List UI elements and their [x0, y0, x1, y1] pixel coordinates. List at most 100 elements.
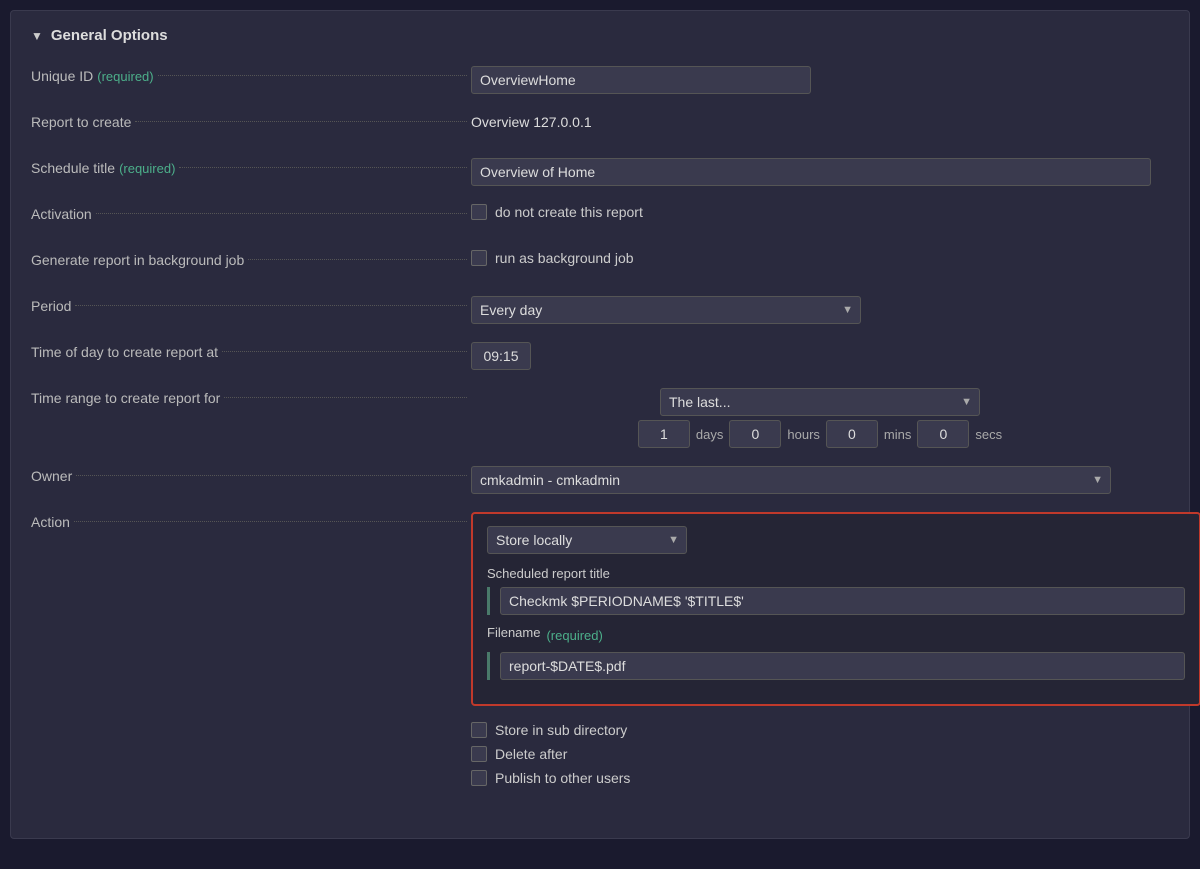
schedule-title-row: Schedule title (required) [31, 154, 1169, 186]
time-of-day-dots [222, 351, 467, 352]
generate-report-checkbox-label: run as background job [495, 250, 634, 266]
owner-select[interactable]: cmkadmin - cmkadmin [471, 466, 1111, 494]
report-to-create-label-col: Report to create [31, 108, 471, 130]
schedule-title-dots [179, 167, 467, 168]
generate-report-checkbox-row: run as background job [471, 250, 634, 266]
unique-id-value-col [471, 62, 1169, 94]
delete-after-row: Delete after [471, 746, 630, 762]
filename-input-wrapper [487, 652, 1185, 680]
general-options-panel: ▼ General Options Unique ID (required) R… [10, 10, 1190, 839]
filename-input[interactable] [500, 652, 1185, 680]
period-label-col: Period [31, 292, 471, 314]
filename-label: Filename [487, 625, 540, 640]
generate-report-label-col: Generate report in background job [31, 246, 471, 268]
time-of-day-row: Time of day to create report at [31, 338, 1169, 370]
time-range-label: Time range to create report for [31, 390, 220, 406]
unique-id-row: Unique ID (required) [31, 62, 1169, 94]
filename-label-row: Filename (required) [487, 625, 1185, 646]
time-range-select[interactable]: The last... Fixed time range [660, 388, 980, 416]
schedule-title-value-col [471, 154, 1169, 186]
section-title: General Options [51, 27, 168, 44]
collapse-icon[interactable]: ▼ [31, 29, 43, 43]
mins-input[interactable] [826, 420, 878, 448]
action-dots [74, 521, 467, 522]
owner-select-wrapper: cmkadmin - cmkadmin ▼ [471, 466, 1111, 494]
unique-id-label: Unique ID [31, 68, 93, 84]
report-to-create-value-col: Overview 127.0.0.1 [471, 108, 1169, 130]
action-select[interactable]: Store locally Store in sub directory Pub… [487, 526, 687, 554]
scheduled-report-title-input-wrapper [487, 587, 1185, 615]
time-range-label-col: Time range to create report for [31, 384, 471, 406]
publish-to-other-label: Publish to other users [495, 770, 630, 786]
delete-after-checkbox[interactable] [471, 746, 487, 762]
period-label: Period [31, 298, 71, 314]
unique-id-input[interactable] [471, 66, 811, 94]
schedule-title-required: (required) [119, 161, 175, 176]
owner-row: Owner cmkadmin - cmkadmin ▼ [31, 462, 1169, 494]
schedule-title-label-col: Schedule title (required) [31, 154, 471, 176]
secs-label: secs [975, 427, 1002, 442]
scheduled-report-title-label: Scheduled report title [487, 566, 1185, 581]
time-of-day-value-col [471, 338, 1169, 370]
owner-label-col: Owner [31, 462, 471, 484]
owner-dots [76, 475, 467, 476]
store-in-sub-dir-row: Store in sub directory [471, 722, 630, 738]
activation-row: Activation do not create this report [31, 200, 1169, 232]
store-in-sub-dir-label: Store in sub directory [495, 722, 627, 738]
scheduled-report-title-input[interactable] [500, 587, 1185, 615]
activation-checkbox[interactable] [471, 204, 487, 220]
delete-after-label: Delete after [495, 746, 567, 762]
hours-label: hours [787, 427, 820, 442]
report-to-create-row: Report to create Overview 127.0.0.1 [31, 108, 1169, 140]
report-to-create-value: Overview 127.0.0.1 [471, 112, 592, 130]
days-label: days [696, 427, 723, 442]
activation-checkbox-row: do not create this report [471, 204, 643, 220]
secs-input[interactable] [917, 420, 969, 448]
time-range-value-col: The last... Fixed time range ▼ days hour… [471, 384, 1169, 448]
activation-checkbox-label: do not create this report [495, 204, 643, 220]
period-dots [75, 305, 467, 306]
action-label: Action [31, 514, 70, 530]
activation-value-col: do not create this report [471, 200, 1169, 220]
action-value-col: Store locally Store in sub directory Pub… [471, 508, 1200, 794]
generate-report-label: Generate report in background job [31, 252, 244, 268]
action-box: Store locally Store in sub directory Pub… [471, 512, 1200, 706]
time-range-dots [224, 397, 467, 398]
unique-id-required: (required) [97, 69, 153, 84]
time-range-row: Time range to create report for The last… [31, 384, 1169, 448]
generate-report-checkbox[interactable] [471, 250, 487, 266]
activation-label-col: Activation [31, 200, 471, 222]
report-to-create-dots [135, 121, 467, 122]
schedule-title-input[interactable] [471, 158, 1151, 186]
unique-id-label-col: Unique ID (required) [31, 62, 471, 84]
days-input[interactable] [638, 420, 690, 448]
time-of-day-label: Time of day to create report at [31, 344, 218, 360]
generate-report-dots [248, 259, 467, 260]
time-range-inputs-row: days hours mins secs [638, 420, 1002, 448]
owner-label: Owner [31, 468, 72, 484]
period-row: Period Every day Every week Every month … [31, 292, 1169, 324]
period-select[interactable]: Every day Every week Every month [471, 296, 861, 324]
activation-label: Activation [31, 206, 92, 222]
time-of-day-input[interactable] [471, 342, 531, 370]
action-dropdown-row: Store locally Store in sub directory Pub… [487, 526, 1185, 554]
report-to-create-label: Report to create [31, 114, 131, 130]
period-value-col: Every day Every week Every month ▼ [471, 292, 1169, 324]
hours-input[interactable] [729, 420, 781, 448]
action-select-wrapper: Store locally Store in sub directory Pub… [487, 526, 687, 554]
time-range-dropdown-row: The last... Fixed time range ▼ [660, 388, 980, 416]
publish-to-other-checkbox[interactable] [471, 770, 487, 786]
section-header: ▼ General Options [31, 27, 1169, 44]
action-row: Action Store locally Store in sub direct… [31, 508, 1169, 794]
action-label-col: Action [31, 508, 471, 530]
owner-value-col: cmkadmin - cmkadmin ▼ [471, 462, 1169, 494]
extra-checkboxes: Store in sub directory Delete after Publ… [471, 722, 630, 794]
generate-report-value-col: run as background job [471, 246, 1169, 266]
unique-id-dots [158, 75, 467, 76]
mins-label: mins [884, 427, 911, 442]
time-range-select-wrapper: The last... Fixed time range ▼ [660, 388, 980, 416]
store-in-sub-dir-checkbox[interactable] [471, 722, 487, 738]
period-select-wrapper: Every day Every week Every month ▼ [471, 296, 861, 324]
filename-required: (required) [546, 628, 602, 643]
activation-dots [96, 213, 467, 214]
